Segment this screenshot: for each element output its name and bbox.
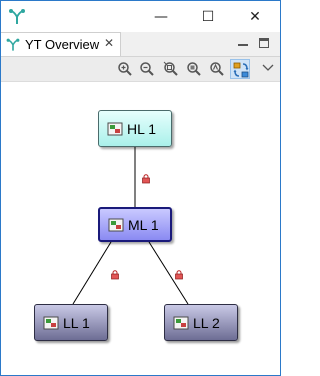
lock-icon[interactable] xyxy=(174,270,184,280)
close-icon: ✕ xyxy=(249,8,261,25)
zoom-auto-icon xyxy=(210,62,224,76)
view-minimize-icon[interactable] xyxy=(238,38,248,46)
node-label: ML 1 xyxy=(128,216,159,233)
sync-layout-icon xyxy=(233,62,249,78)
minimize-button[interactable]: — xyxy=(139,1,183,32)
view-menu-button[interactable] xyxy=(259,59,279,79)
view-toolbar xyxy=(1,57,280,82)
sync-layout-button[interactable] xyxy=(230,59,250,79)
node-label: HL 1 xyxy=(127,120,157,137)
tab-close-icon[interactable]: ✕ xyxy=(104,36,114,50)
component-icon xyxy=(173,316,189,329)
lock-icon[interactable] xyxy=(141,174,151,184)
zoom-in-icon xyxy=(118,62,132,76)
zoom-in-button[interactable] xyxy=(115,59,135,79)
app-window: — ☐ ✕ YT Overview ✕ HL 1 ML 1 LL 1 LL 2 xyxy=(0,0,281,376)
zoom-auto-button[interactable] xyxy=(207,59,227,79)
zoom-fit-icon xyxy=(163,61,178,76)
graph-canvas[interactable]: HL 1 ML 1 LL 1 LL 2 xyxy=(1,82,280,375)
app-logo-icon xyxy=(9,9,25,24)
zoom-actual-button[interactable] xyxy=(184,59,204,79)
lock-icon[interactable] xyxy=(110,270,120,280)
edge-ml1-ll1 xyxy=(72,241,112,305)
view-maximize-icon[interactable] xyxy=(259,38,269,48)
node-ml1[interactable]: ML 1 xyxy=(98,207,172,242)
view-tab-bar: YT Overview ✕ xyxy=(1,32,280,57)
zoom-out-icon xyxy=(140,62,154,76)
node-label: LL 1 xyxy=(63,314,90,331)
node-ll2[interactable]: LL 2 xyxy=(164,304,238,341)
tab-label: YT Overview xyxy=(25,37,100,52)
chevron-down-icon xyxy=(262,64,274,71)
component-icon xyxy=(43,316,59,329)
node-label: LL 2 xyxy=(193,314,220,331)
maximize-icon: ☐ xyxy=(201,8,215,25)
node-ll1[interactable]: LL 1 xyxy=(34,304,108,341)
minimize-icon: — xyxy=(154,8,168,25)
zoom-to-fit-button[interactable] xyxy=(161,59,181,79)
close-button[interactable]: ✕ xyxy=(233,1,277,32)
zoom-out-button[interactable] xyxy=(137,59,157,79)
node-hl1[interactable]: HL 1 xyxy=(98,110,172,147)
tab-yt-overview[interactable]: YT Overview ✕ xyxy=(1,32,121,56)
title-bar[interactable]: — ☐ ✕ xyxy=(1,1,280,32)
component-icon xyxy=(107,122,123,135)
maximize-button[interactable]: ☐ xyxy=(186,1,230,32)
component-icon xyxy=(108,218,124,231)
app-logo-icon xyxy=(6,38,20,51)
zoom-actual-icon xyxy=(187,62,201,76)
